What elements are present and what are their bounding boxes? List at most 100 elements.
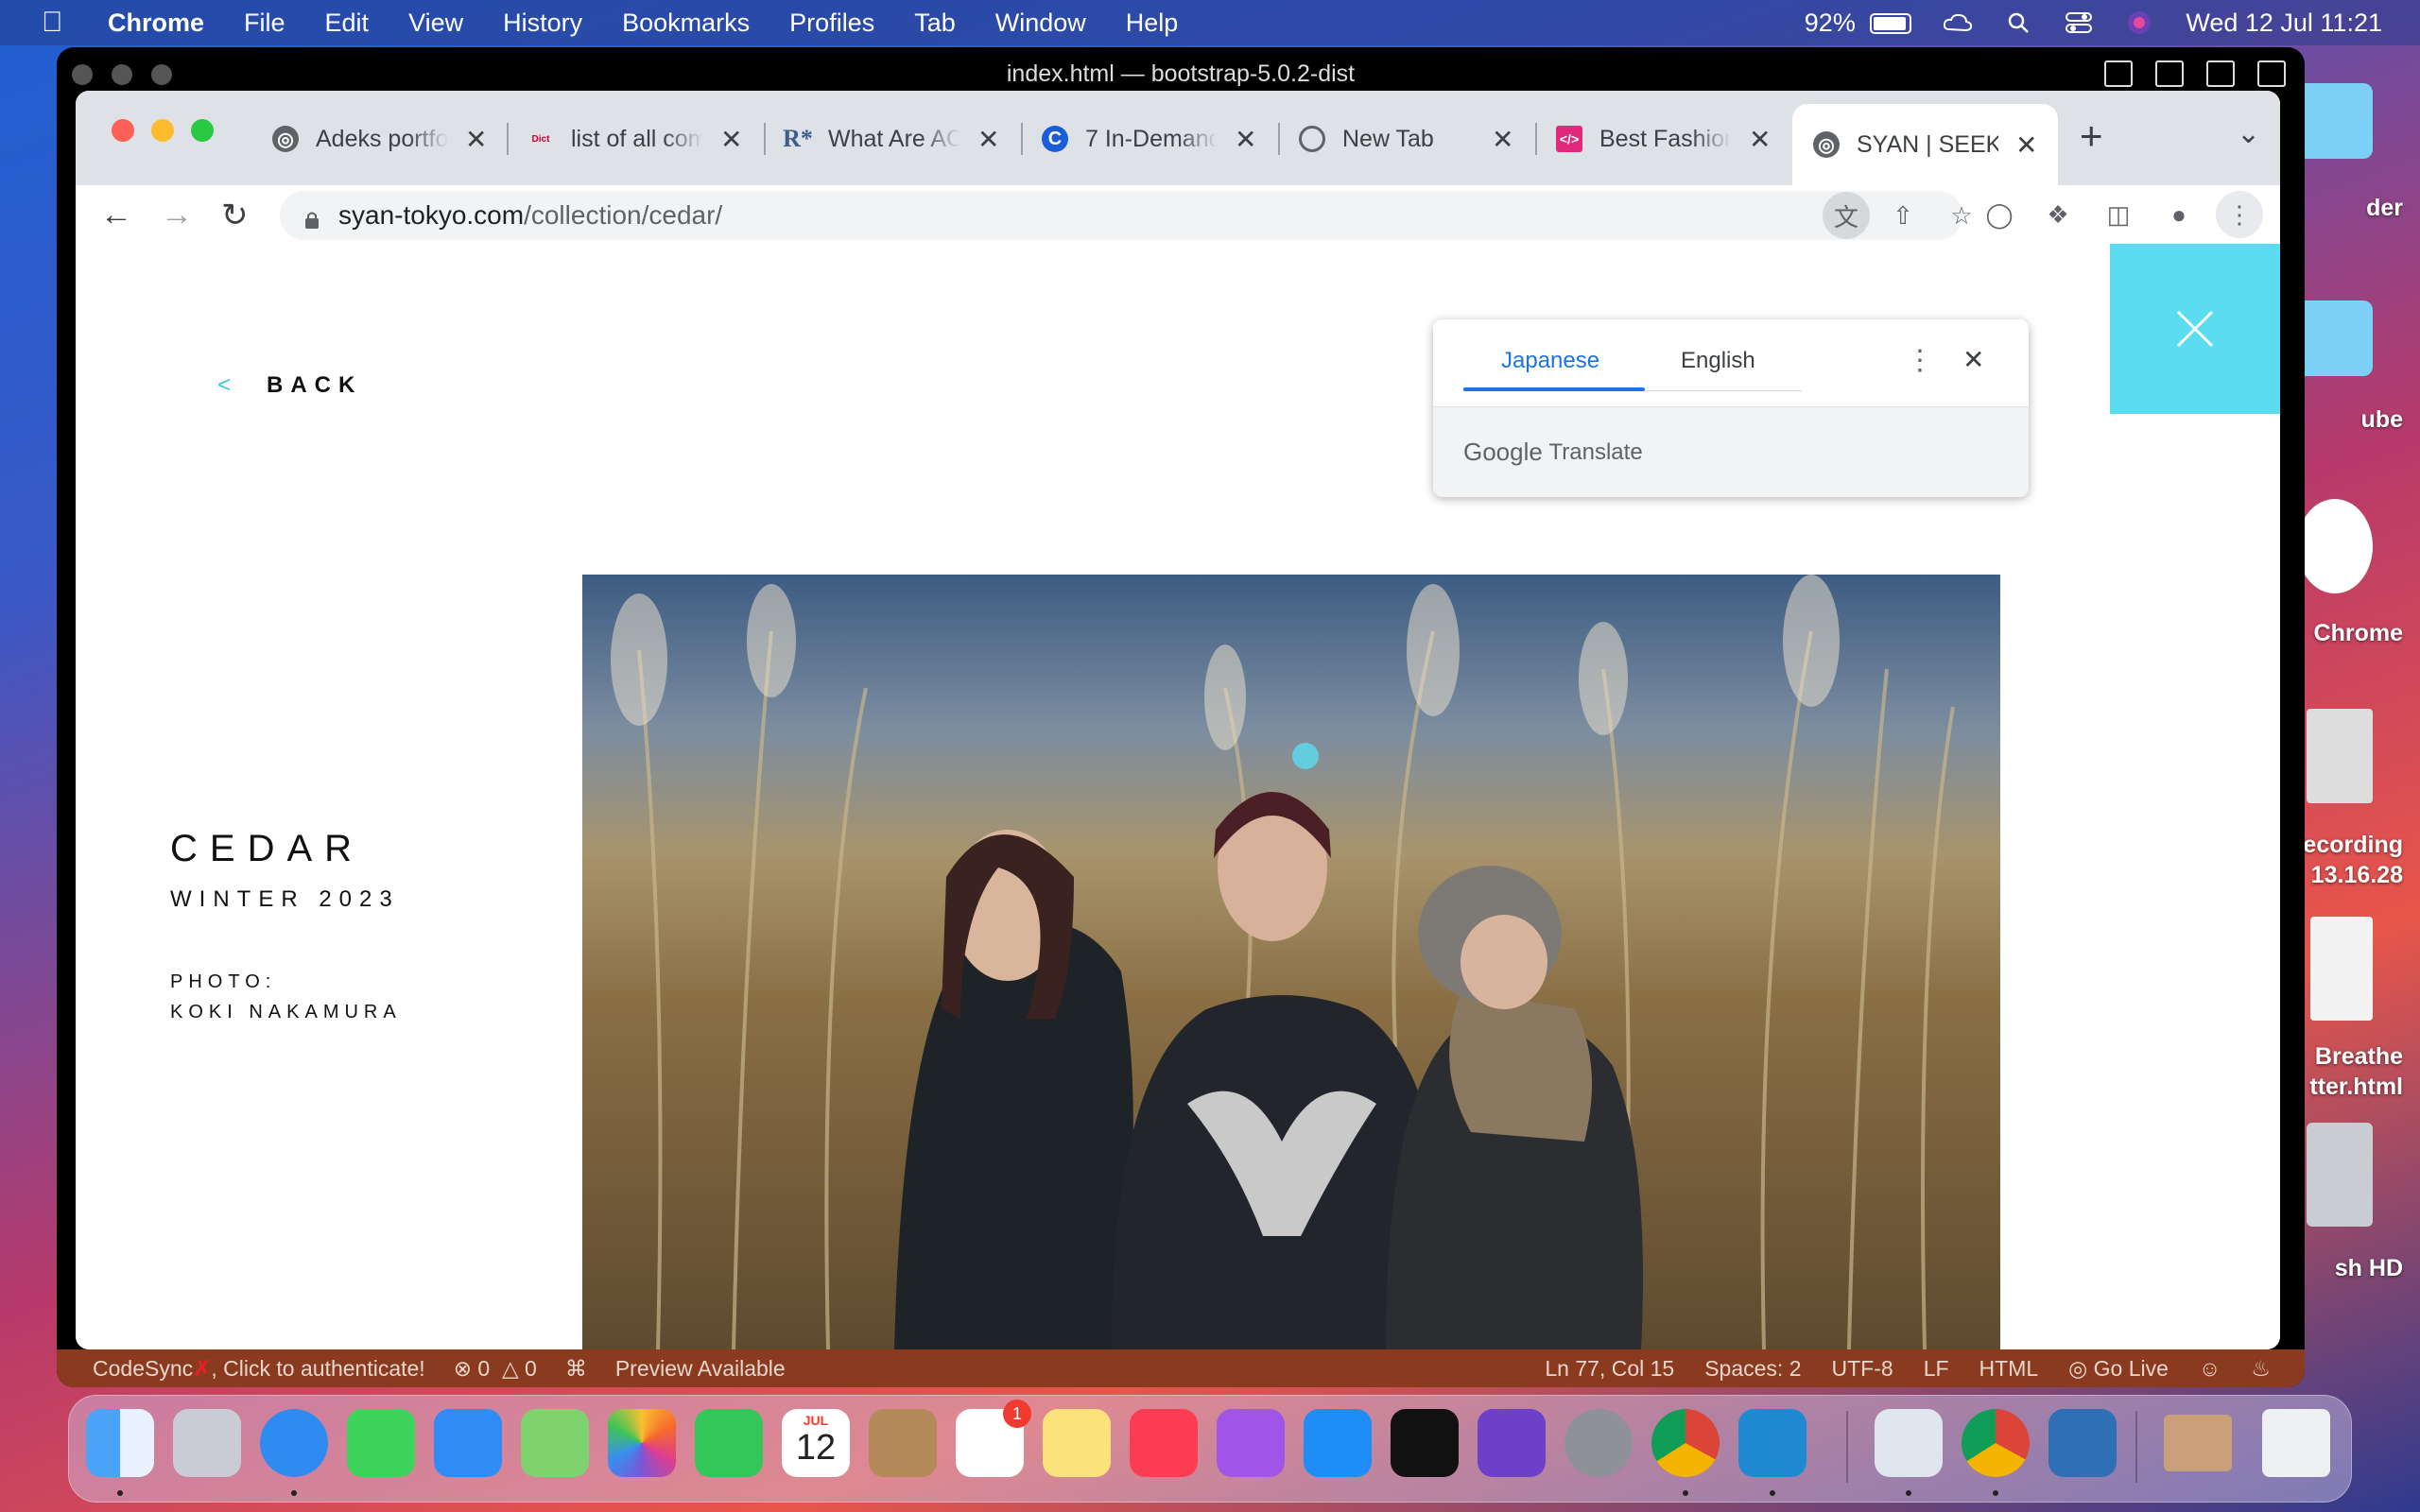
menu-tab[interactable]: Tab xyxy=(914,9,956,38)
tab-list-of-all[interactable]: Dict list of all com ✕ xyxy=(527,108,743,170)
app-window-icon[interactable] xyxy=(2048,1409,2117,1477)
music-icon[interactable] xyxy=(1130,1409,1198,1477)
eol-status[interactable]: LF xyxy=(1924,1356,1949,1382)
screen-recording-thumbnail-icon[interactable] xyxy=(2307,709,2373,803)
safari-icon[interactable] xyxy=(260,1409,328,1477)
close-tab-icon[interactable]: ✕ xyxy=(1235,124,1256,155)
profile-avatar-icon[interactable]: ● xyxy=(2155,191,2203,238)
menu-window[interactable]: Window xyxy=(995,9,1086,38)
menu-bookmarks[interactable]: Bookmarks xyxy=(622,9,750,38)
notifications-bell-icon[interactable]: ♨ xyxy=(2251,1356,2271,1382)
chrome-icon[interactable] xyxy=(1651,1409,1720,1477)
translate-tab-english[interactable]: English xyxy=(1681,348,1755,374)
back-arrow-icon[interactable]: ← xyxy=(100,197,132,233)
tab-what-are-ac[interactable]: R* What Are AC ✕ xyxy=(783,108,999,170)
podcasts-icon[interactable] xyxy=(1217,1409,1285,1477)
mail-icon[interactable] xyxy=(434,1409,502,1477)
extensions-puzzle-icon[interactable]: ❖ xyxy=(2034,191,2082,238)
cloud-sync-icon[interactable] xyxy=(1944,10,1973,35)
maps-icon[interactable] xyxy=(521,1409,589,1477)
layout-controls[interactable] xyxy=(2104,60,2286,87)
desktop-item-label[interactable]: ecording xyxy=(2290,832,2420,859)
close-tab-icon[interactable]: ✕ xyxy=(977,124,999,155)
desktop-item-label[interactable]: ube xyxy=(2290,406,2420,434)
messages-icon[interactable] xyxy=(347,1409,415,1477)
menu-view[interactable]: View xyxy=(408,9,463,38)
chrome-menu-kebab-icon[interactable]: ⋮ xyxy=(2216,191,2263,238)
tab-new-tab[interactable]: New Tab ✕ xyxy=(1299,108,1513,170)
desktop-item-label[interactable]: Breathe xyxy=(2290,1043,2420,1071)
tab-7-in-demand[interactable]: C 7 In-Demand ✕ xyxy=(1042,108,1256,170)
system-preferences-icon[interactable] xyxy=(1564,1409,1633,1477)
reload-icon[interactable]: ↻ xyxy=(221,197,249,234)
contacts-icon[interactable] xyxy=(869,1409,937,1477)
translate-tab-japanese[interactable]: Japanese xyxy=(1501,348,1599,374)
apple-menu-icon[interactable]:  xyxy=(42,7,79,39)
menu-app-name[interactable]: Chrome xyxy=(108,9,204,38)
menu-history[interactable]: History xyxy=(503,9,582,38)
tab-best-fashion[interactable]: </> Best Fashion ✕ xyxy=(1556,108,1771,170)
address-bar[interactable]: syan-tokyo.com/collection/cedar/ 文 ⇧ ☆ xyxy=(280,191,1973,240)
camera-icon[interactable]: ◯ xyxy=(1976,191,2023,238)
close-tab-icon[interactable]: ✕ xyxy=(1492,124,1513,155)
share-icon[interactable]: ⇧ xyxy=(1879,192,1927,239)
lock-icon[interactable] xyxy=(304,206,320,229)
notes-icon[interactable] xyxy=(1043,1409,1111,1477)
codesync-status[interactable]: CodeSync✗, Click to authenticate! xyxy=(93,1356,425,1382)
encoding-status[interactable]: UTF-8 xyxy=(1832,1356,1893,1382)
tab-search-chevron-icon[interactable]: ⌄ xyxy=(2237,117,2260,150)
desktop-item-label[interactable]: tter.html xyxy=(2290,1074,2420,1101)
problems-status[interactable]: ⊗ 0 △ 0 xyxy=(454,1356,537,1382)
menu-file[interactable]: File xyxy=(244,9,285,38)
zoom-window-button[interactable] xyxy=(191,119,214,142)
cursor-position[interactable]: Ln 77, Col 15 xyxy=(1545,1356,1674,1382)
feedback-icon[interactable]: ☺ xyxy=(2199,1356,2221,1382)
language-mode[interactable]: HTML xyxy=(1979,1356,2039,1382)
close-tab-icon[interactable]: ✕ xyxy=(465,124,487,155)
clock[interactable]: Wed 12 Jul 11:21 xyxy=(2186,9,2382,38)
close-tab-icon[interactable]: ✕ xyxy=(720,124,742,155)
tab-adeks-portfolio[interactable]: ◎ Adeks portfolio ✕ xyxy=(272,108,487,170)
photos-icon[interactable] xyxy=(608,1409,676,1477)
facetime-icon[interactable] xyxy=(695,1409,763,1477)
desktop-item-label[interactable]: Chrome xyxy=(2290,620,2420,647)
side-panel-icon[interactable]: ◫ xyxy=(2095,191,2142,238)
translate-options-kebab-icon[interactable]: ⋮ xyxy=(1906,344,1934,377)
calendar-icon[interactable]: JUL 12 xyxy=(782,1409,850,1477)
launchpad-icon[interactable] xyxy=(173,1409,241,1477)
close-tab-icon[interactable]: ✕ xyxy=(1749,124,1771,155)
desktop-item-label[interactable]: 13.16.28 xyxy=(2290,862,2420,889)
close-menu-button[interactable] xyxy=(2110,244,2280,414)
go-live-button[interactable]: ◎ Go Live xyxy=(2068,1356,2169,1382)
new-tab-button[interactable]: + xyxy=(2080,113,2103,159)
desktop-item-label[interactable]: sh HD xyxy=(2290,1255,2420,1282)
translate-icon[interactable]: 文 xyxy=(1823,192,1870,239)
github-desktop-icon[interactable] xyxy=(1478,1409,1546,1477)
hard-drive-icon[interactable] xyxy=(2307,1123,2373,1227)
vscode-icon[interactable] xyxy=(1738,1409,1806,1477)
indentation-status[interactable]: Spaces: 2 xyxy=(1704,1356,1801,1382)
menu-help[interactable]: Help xyxy=(1126,9,1179,38)
trash-icon[interactable] xyxy=(2262,1409,2330,1477)
close-translate-icon[interactable]: ✕ xyxy=(1962,344,1984,375)
back-link[interactable]: < BACK xyxy=(217,372,362,399)
chrome-app-icon[interactable] xyxy=(2297,499,2373,593)
spotlight-search-icon[interactable] xyxy=(2004,10,2032,35)
menu-profiles[interactable]: Profiles xyxy=(789,9,874,38)
preview-icon[interactable] xyxy=(1875,1409,1943,1477)
siri-icon[interactable] xyxy=(2125,10,2153,35)
chrome-canary-icon[interactable] xyxy=(1962,1409,2030,1477)
control-center-icon[interactable] xyxy=(2065,10,2093,35)
close-tab-icon[interactable]: ✕ xyxy=(2015,129,2037,161)
battery-status[interactable]: 92% xyxy=(1805,9,1912,38)
apple-tv-icon[interactable] xyxy=(1391,1409,1459,1477)
close-window-button[interactable] xyxy=(112,119,134,142)
finder-icon[interactable] xyxy=(86,1409,154,1477)
broadcast-icon[interactable]: ⌘ xyxy=(565,1356,587,1382)
tab-syan-seek[interactable]: ◎ SYAN | SEEK ✕ xyxy=(1792,104,2059,185)
editor-window-controls[interactable] xyxy=(72,64,172,85)
forward-arrow-icon[interactable]: → xyxy=(161,197,193,233)
menu-edit[interactable]: Edit xyxy=(325,9,370,38)
desktop-item-label[interactable]: der xyxy=(2290,195,2420,222)
preview-status[interactable]: Preview Available xyxy=(615,1356,786,1382)
